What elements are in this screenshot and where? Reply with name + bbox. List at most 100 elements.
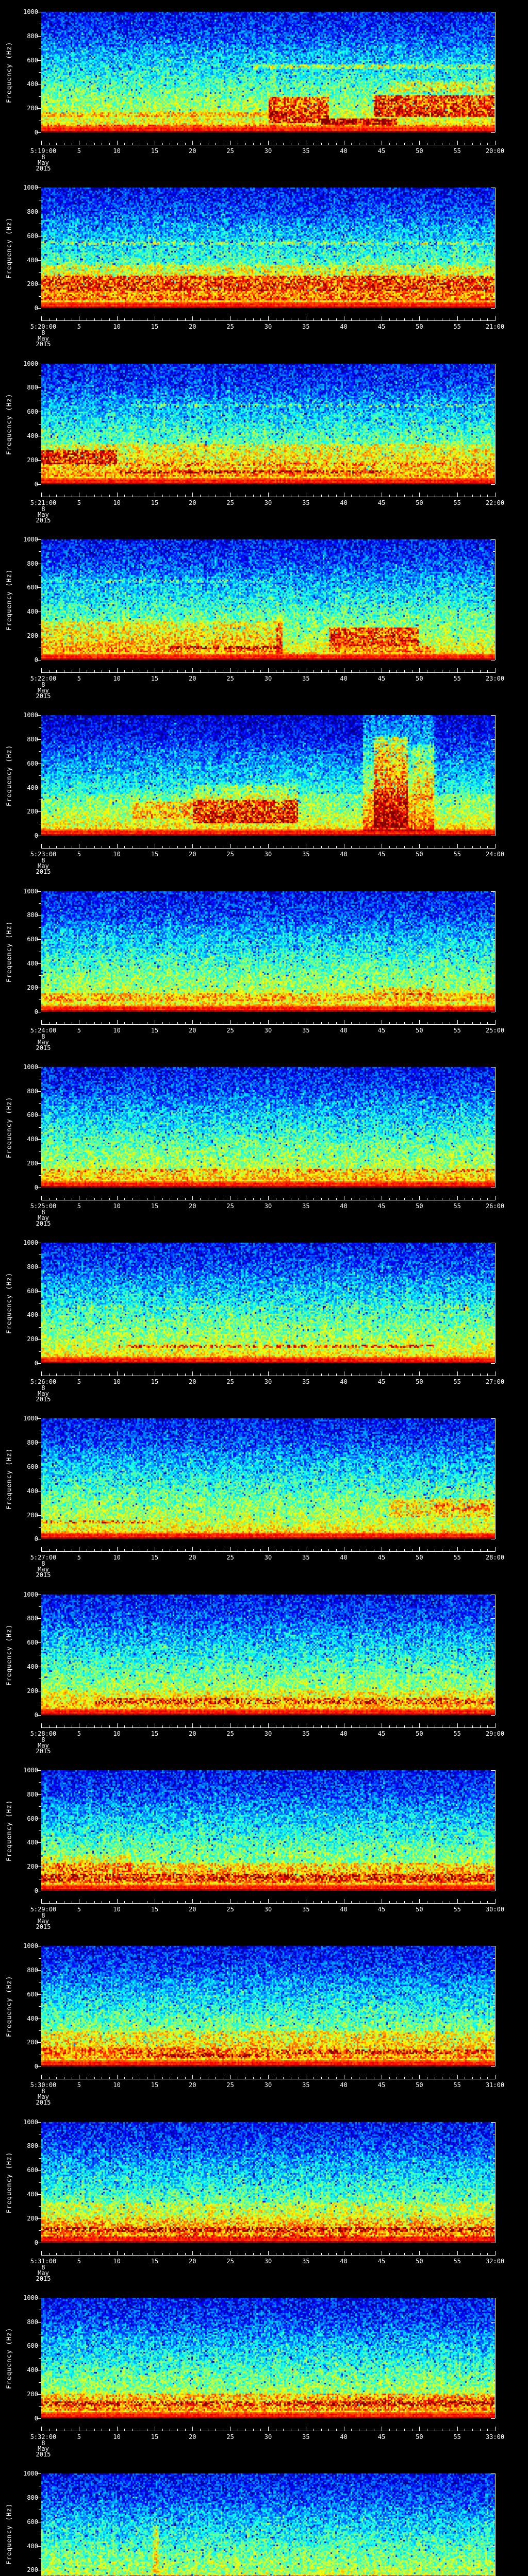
x-tick-label: 55	[453, 2081, 461, 2089]
spectrogram-image	[41, 1770, 495, 1891]
y-axis-tick-right	[491, 36, 495, 37]
x-tick-label: 35	[302, 147, 310, 155]
y-tick-label: 600	[27, 1287, 38, 1295]
x-axis-tick	[336, 1549, 337, 1552]
x-axis-tick	[192, 1899, 193, 1903]
plot-right-border	[495, 1946, 496, 2067]
x-axis-tick	[487, 1725, 488, 1727]
x-axis-tick	[480, 846, 481, 849]
x-axis-tick	[321, 318, 322, 321]
plot-right-border	[495, 2473, 496, 2576]
x-axis-tick	[404, 1197, 405, 1200]
spectrogram-panel: Frequency (Hz) 0 200 400 600 800 1000 5:22:00 5 1…	[0, 528, 528, 703]
y-axis-tick-right	[491, 1618, 495, 1619]
x-axis-tick	[56, 1374, 57, 1376]
x-axis-tick	[200, 1022, 201, 1024]
y-tick-label: 400	[27, 1311, 38, 1319]
y-axis-tick-right	[493, 272, 495, 273]
x-axis-tick	[94, 1549, 95, 1552]
x-tick-label: 50	[416, 1730, 423, 1737]
x-axis-tick	[480, 670, 481, 672]
x-axis-tick	[472, 1022, 473, 1024]
x-axis-tick	[328, 670, 329, 672]
x-axis-tick	[268, 2426, 269, 2431]
x-axis-tick	[117, 1547, 118, 1552]
x-axis-tick	[177, 846, 178, 849]
x-axis-tick	[215, 494, 216, 497]
x-start-time-label: 5:21:00	[30, 499, 57, 506]
plot-right-border	[495, 1770, 496, 1891]
x-axis-tick	[487, 1197, 488, 1200]
x-axis-tick	[487, 670, 488, 672]
x-axis-tick	[328, 1901, 329, 1903]
x-axis-tick	[404, 846, 405, 849]
x-end-time-label: 31:00	[485, 2081, 505, 2089]
x-axis-tick	[48, 2428, 50, 2431]
x-axis-tick	[283, 2428, 284, 2431]
y-axis-tick	[39, 751, 41, 752]
x-tick-label: 40	[340, 147, 348, 155]
x-axis-tick	[109, 1197, 110, 1200]
spectrogram-panel: Frequency (Hz) 0 200 400 600 800 1000 5:30:00 5 1…	[0, 1934, 528, 2110]
x-tick-label: 10	[113, 851, 121, 858]
x-axis-tick	[480, 2077, 481, 2079]
x-axis-tick	[457, 1020, 458, 1024]
x-axis-tick	[124, 2077, 125, 2079]
x-axis-tick	[200, 318, 201, 321]
y-axis-tick-right	[491, 811, 495, 812]
x-axis-tick	[132, 318, 133, 321]
x-axis-tick	[124, 2252, 125, 2255]
x-axis-line	[41, 2255, 496, 2256]
x-axis-tick	[321, 1901, 322, 1903]
x-tick-label: 15	[151, 2257, 159, 2265]
spectrogram-panel: Frequency (Hz) 0 200 400 600 800 1000 5:21:00 5 1…	[0, 352, 528, 528]
x-axis-tick	[48, 1374, 50, 1376]
x-axis-tick	[109, 1549, 110, 1552]
x-axis-tick	[109, 2252, 110, 2255]
x-axis-tick	[253, 846, 254, 849]
x-tick-label: 45	[377, 2257, 386, 2265]
x-tick-label: 45	[377, 1554, 386, 1562]
y-axis-tick-right	[491, 308, 495, 309]
x-end-time-label: 33:00	[485, 2433, 505, 2441]
x-axis-date-line: 2015	[36, 1923, 51, 1930]
x-axis-tick	[132, 670, 133, 672]
y-tick-label: 400	[27, 80, 38, 88]
x-tick-label: 55	[453, 2433, 461, 2441]
x-tick-label: 15	[151, 2433, 159, 2441]
x-axis-tick	[389, 670, 390, 672]
x-axis-tick	[351, 2428, 352, 2431]
x-start-time-label: 5:25:00	[30, 1202, 57, 1210]
y-axis-tick-right	[491, 2473, 495, 2475]
x-axis-tick	[457, 1547, 458, 1552]
x-axis-tick	[328, 1725, 329, 1727]
x-axis-tick	[41, 2075, 42, 2079]
y-tick-label: 0	[34, 480, 38, 488]
x-tick-label: 55	[453, 674, 461, 682]
x-axis-tick	[404, 494, 405, 497]
x-axis-tick	[56, 494, 57, 497]
x-axis-tick	[132, 143, 133, 145]
x-axis-tick	[404, 670, 405, 672]
y-axis-tick-right	[493, 927, 495, 928]
x-axis-tick	[283, 1374, 284, 1376]
y-axis-tick	[39, 1606, 41, 1607]
y-axis-tick	[39, 999, 41, 1001]
x-axis-tick	[109, 2428, 110, 2431]
y-axis-tick-right	[493, 2030, 495, 2031]
x-axis-tick	[253, 670, 254, 672]
x-tick-label: 5	[77, 147, 81, 155]
x-axis-tick	[192, 668, 193, 672]
x-axis-tick	[260, 143, 261, 145]
x-axis-tick	[117, 141, 118, 145]
y-axis-tick-right	[493, 1127, 495, 1128]
x-axis-tick	[192, 844, 193, 849]
y-tick-label: 0	[34, 2063, 38, 2071]
y-tick-label: 600	[27, 936, 38, 943]
x-axis-tick	[419, 316, 420, 321]
x-axis-tick	[56, 2077, 57, 2079]
x-axis-tick	[404, 1549, 405, 1552]
y-tick-label: 400	[27, 1663, 38, 1671]
x-axis-tick	[124, 1022, 125, 1024]
y-axis-tick-right	[493, 2006, 495, 2007]
